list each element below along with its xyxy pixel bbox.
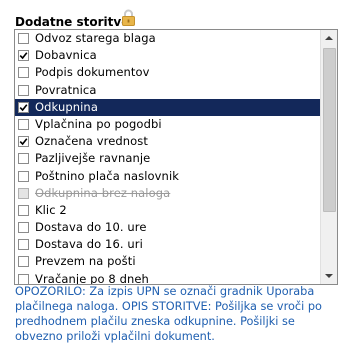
checkmark-icon [19, 104, 28, 111]
checkbox[interactable] [18, 239, 29, 251]
list-item[interactable]: Dostava do 10. ure [15, 219, 321, 236]
list-item-label: Pazljivejše ravnanje [35, 151, 151, 166]
services-listbox[interactable]: Odvoz starega blaga Dobavnica Podpis dokum… [14, 29, 338, 285]
list-item-label: Poštnino plača naslovnik [35, 168, 179, 183]
list-item[interactable]: Klic 2 [15, 202, 321, 219]
list-item-label: Vračanje po 8 dneh [35, 271, 149, 285]
scroll-up-button[interactable] [321, 30, 337, 46]
list-item[interactable]: Prevzem na pošti [15, 253, 321, 270]
scrollbar-thumb[interactable] [323, 48, 336, 212]
list-item[interactable]: Odvoz starega blaga [15, 30, 321, 47]
checkmark-icon [19, 138, 28, 146]
padlock-icon [122, 9, 135, 26]
list-item-label: Dostava do 10. ure [35, 220, 147, 235]
arrow-up-icon [325, 36, 333, 40]
list-item[interactable]: Podpis dokumentov [15, 64, 321, 81]
list-item-label: Označena vrednost [35, 134, 148, 149]
list-item-label: Odkupnina brez naloga [35, 185, 171, 200]
checkbox[interactable] [18, 222, 29, 234]
checkbox[interactable] [18, 204, 29, 216]
checkbox[interactable] [18, 67, 29, 79]
list-item[interactable]: Povratnica [15, 82, 321, 99]
list-item[interactable]: Vračanje po 8 dneh [15, 271, 321, 285]
list-item-label: Prevzem na pošti [35, 254, 136, 269]
section-title: Dodatne storitve [15, 15, 130, 29]
list-item[interactable]: Vplačnina po pogodbi [15, 116, 321, 133]
checkbox[interactable] [18, 101, 29, 113]
list-item[interactable]: Poštnino plača naslovnik [15, 168, 321, 185]
list-item[interactable]: Dostava do 16. uri [15, 236, 321, 253]
checkbox[interactable] [18, 153, 29, 165]
checkbox[interactable] [18, 50, 29, 62]
checkbox[interactable] [18, 136, 29, 148]
list-item-label: Dobavnica [35, 48, 97, 63]
list-item-label: Odkupnina [35, 99, 98, 114]
list-item-label: Povratnica [35, 82, 97, 97]
list-item-label: Odvoz starega blaga [35, 31, 156, 45]
checkmark-icon [19, 52, 28, 60]
checkbox[interactable] [18, 33, 29, 44]
list-item[interactable]: Označena vrednost [15, 133, 321, 150]
checkbox[interactable] [18, 256, 29, 268]
service-note: OPOZORILO: Za izpis UPN se označi gradni… [15, 285, 322, 343]
list-item-label: Klic 2 [35, 202, 67, 217]
list-item-label: Dostava do 16. uri [35, 237, 143, 252]
list-item-label: Vplačnina po pogodbi [35, 116, 162, 131]
list-item[interactable]: Dobavnica [15, 47, 321, 64]
checkbox[interactable] [18, 273, 29, 284]
vertical-scrollbar[interactable] [320, 30, 337, 284]
list-item: Odkupnina brez naloga [15, 185, 321, 202]
list-item[interactable]: Odkupnina [15, 98, 321, 116]
checkbox[interactable] [18, 84, 29, 96]
scroll-down-button[interactable] [321, 268, 337, 284]
checkbox [18, 187, 29, 199]
checkbox[interactable] [18, 170, 29, 182]
list-item-label: Podpis dokumentov [35, 65, 150, 80]
checkbox[interactable] [18, 118, 29, 130]
list-item[interactable]: Pazljivejše ravnanje [15, 150, 321, 167]
services-list: Odvoz starega blaga Dobavnica Podpis dokum… [15, 30, 321, 285]
arrow-down-icon [325, 274, 333, 278]
